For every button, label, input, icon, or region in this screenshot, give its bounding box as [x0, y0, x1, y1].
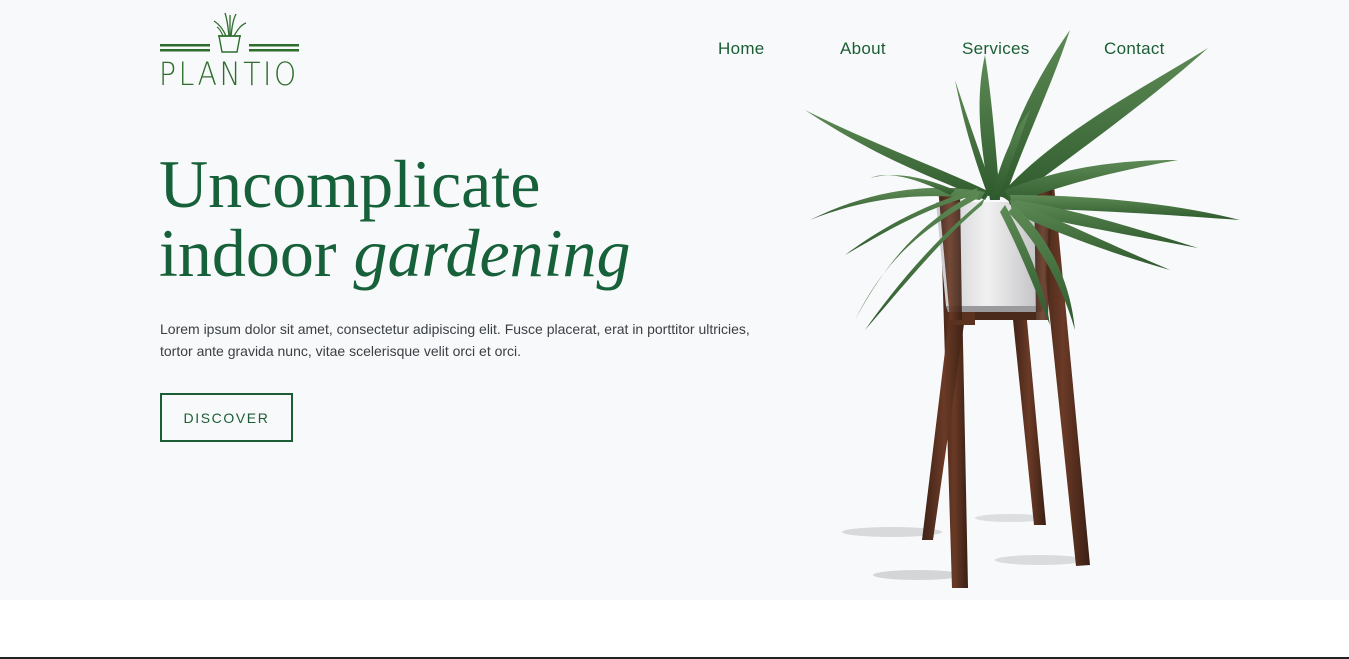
hero-title-line-2: indoor gardening — [159, 219, 631, 288]
hero-title-line-1: Uncomplicate — [159, 146, 541, 222]
hero-title-italic: gardening — [353, 215, 631, 291]
discover-button[interactable]: DISCOVER — [160, 393, 293, 442]
aloe-plant-on-wooden-stand — [805, 30, 1240, 588]
brand-name: PLANTIO — [159, 55, 299, 93]
hero-section: PLANTIO Home About Services Contact Unco… — [0, 0, 1349, 600]
hero-description: Lorem ipsum dolor sit amet, consectetur … — [160, 321, 750, 359]
nav-home[interactable]: Home — [718, 39, 765, 59]
hero-title-plain: indoor — [159, 215, 337, 291]
hero-plant-image — [800, 20, 1250, 595]
hero-title: Uncomplicate indoor gardening — [159, 150, 631, 288]
